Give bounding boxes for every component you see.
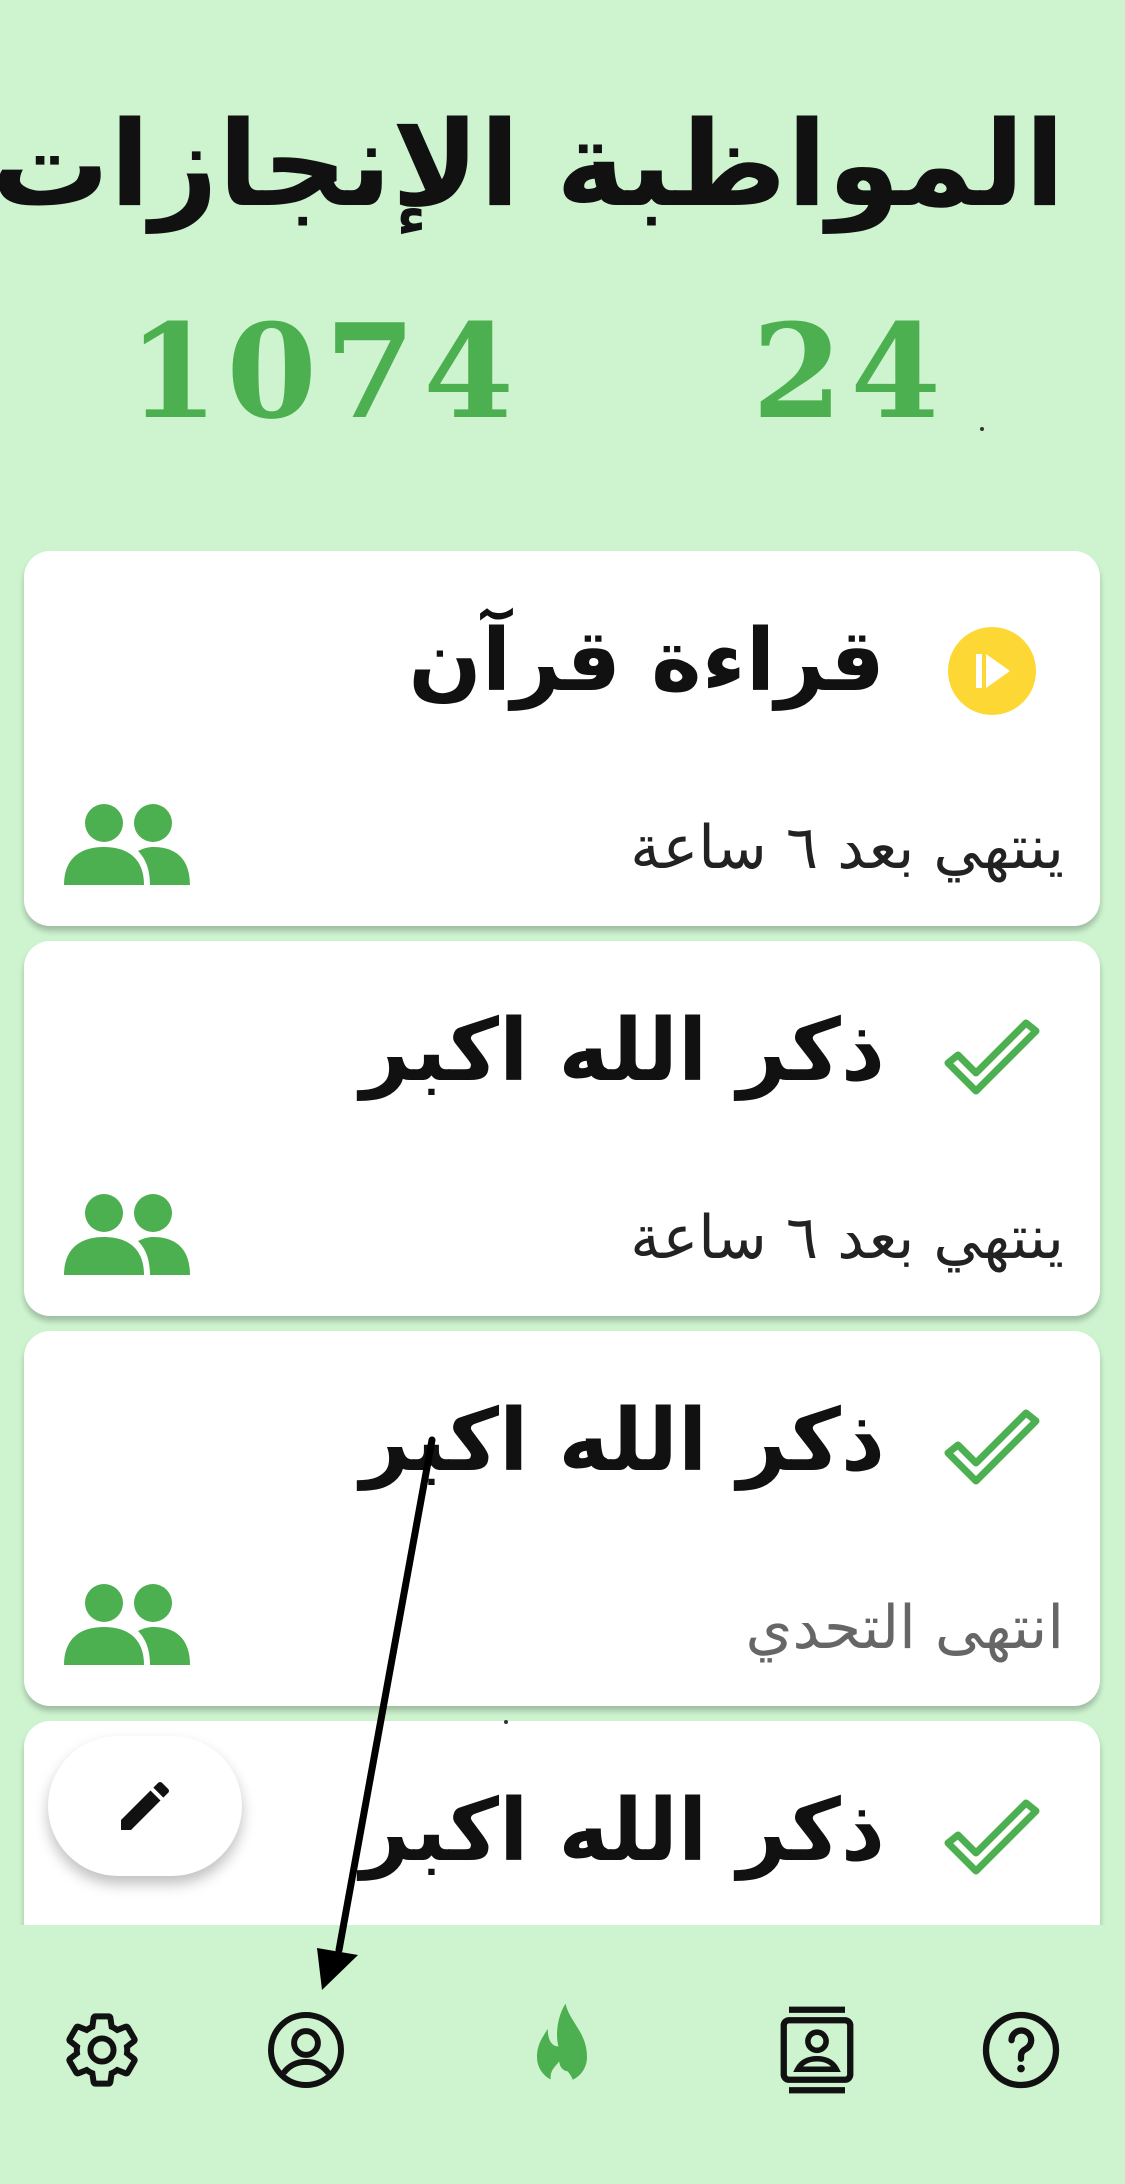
nav-help[interactable] — [966, 1995, 1076, 2105]
challenge-title: قراءة قرآن — [408, 611, 885, 711]
check-icon — [944, 1409, 1040, 1485]
check-icon — [944, 1799, 1040, 1875]
flame-icon — [537, 2003, 587, 2090]
challenge-title: ذكر الله اكبر — [360, 1391, 885, 1491]
challenge-status: انتهى التحدي — [745, 1593, 1064, 1663]
group-icon — [64, 1194, 190, 1275]
challenge-card[interactable]: ذكر الله اكبر انتهى التحدي — [24, 1331, 1100, 1706]
pencil-icon — [121, 1781, 170, 1830]
decorative-dot — [504, 1720, 508, 1724]
nav-profile[interactable] — [251, 1995, 361, 2105]
decorative-dot — [980, 427, 984, 431]
contact-card-icon — [780, 2006, 854, 2094]
help-icon — [982, 2011, 1060, 2089]
group-icon — [64, 1584, 190, 1665]
challenge-title: ذكر الله اكبر — [360, 1001, 885, 1101]
nav-contacts[interactable] — [762, 1995, 872, 2105]
achievements-label: الإنجازات — [0, 95, 520, 233]
challenge-status: ينتهي بعد ٦ ساعة — [630, 813, 1064, 883]
challenge-status: ينتهي بعد ٦ ساعة — [630, 1203, 1064, 1273]
consistency-label: المواظبة — [555, 95, 1065, 233]
check-icon — [944, 1019, 1040, 1095]
consistency-value: 24 — [752, 295, 949, 448]
group-icon — [64, 804, 190, 885]
challenge-card[interactable]: قراءة قرآن ينتهي بعد ٦ ساعة — [24, 551, 1100, 926]
bottom-nav — [0, 1925, 1125, 2184]
challenge-title: ذكر الله اكبر — [360, 1781, 885, 1881]
nav-challenges[interactable] — [507, 1995, 617, 2105]
edit-fab-button[interactable] — [48, 1736, 242, 1876]
challenge-card[interactable]: ذكر الله اكبر ينتهي بعد ٦ ساعة — [24, 941, 1100, 1316]
profile-icon — [268, 2012, 344, 2088]
achievements-value: 1074 — [128, 295, 522, 448]
nav-settings[interactable] — [47, 1995, 157, 2105]
gear-icon — [66, 2013, 138, 2087]
stats-header: المواظبة الإنجازات 24 1074 — [0, 0, 1125, 540]
play-circle-icon — [948, 627, 1036, 715]
